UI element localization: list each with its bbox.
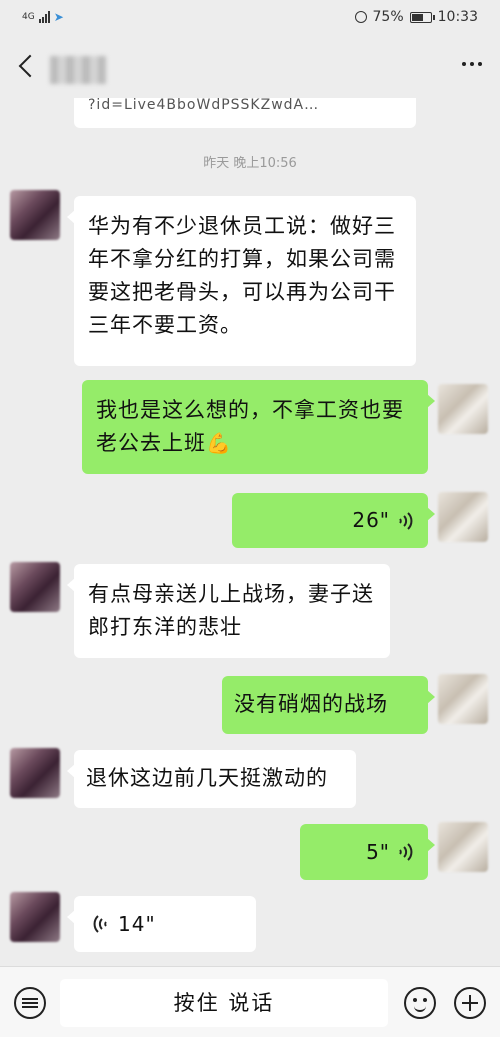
signal-icon xyxy=(38,11,50,23)
more-dots-icon[interactable] xyxy=(462,62,482,66)
message-text: 华为有不少退休员工说：做好三年不拿分红的打算，如果公司需要这把老骨头，可以再为公… xyxy=(88,214,396,337)
message-bubble-incoming[interactable]: 有点母亲送儿上战场，妻子送郎打东洋的悲壮 xyxy=(67,564,390,658)
send-icon: ➤ xyxy=(53,10,64,24)
avatar[interactable] xyxy=(10,562,60,612)
voice-wave-icon xyxy=(399,843,413,861)
message-bubble-incoming[interactable]: 华为有不少退休员工说：做好三年不拿分红的打算，如果公司需要这把老骨头，可以再为公… xyxy=(67,196,416,366)
voice-wave-icon xyxy=(399,511,413,530)
battery-icon xyxy=(409,11,435,23)
voice-message-outgoing[interactable]: 5" xyxy=(300,824,435,880)
message-text: 退休这边前几天挺激动的 xyxy=(86,766,328,790)
message-text: 有点母亲送儿上战场，妻子送郎打东洋的悲壮 xyxy=(88,582,374,639)
message-bubble-incoming[interactable]: 退休这边前几天挺激动的 xyxy=(67,750,356,808)
clock: 10:33 xyxy=(437,9,478,25)
status-bar: 4G ➤ 75% 10:33 xyxy=(0,0,500,38)
voice-duration: 14" xyxy=(118,911,156,936)
alarm-icon xyxy=(354,11,367,23)
avatar[interactable] xyxy=(438,384,488,434)
avatar[interactable] xyxy=(438,822,488,872)
status-left: 4G ➤ xyxy=(22,10,64,24)
keyboard-icon[interactable] xyxy=(14,987,46,1019)
voice-message-outgoing[interactable]: 26" xyxy=(232,493,435,548)
chat-timestamp: 昨天 晚上10:56 xyxy=(203,156,297,171)
message-list[interactable]: ?id=Live4BboWdPSSKZwdA… 昨天 晚上10:56 华为有不少… xyxy=(0,98,500,966)
message-text: 我也是这么想的，不拿工资也要老公去上班 xyxy=(96,398,404,455)
avatar[interactable] xyxy=(438,492,488,542)
link-preview-text: ?id=Live4BboWdPSSKZwdA… xyxy=(88,98,320,113)
flexed-biceps-icon: 💪 xyxy=(206,431,232,455)
battery-percent: 75% xyxy=(372,9,404,25)
plus-icon[interactable] xyxy=(454,987,486,1019)
message-bubble-outgoing[interactable]: 没有硝烟的战场 xyxy=(222,676,435,734)
avatar[interactable] xyxy=(438,674,488,724)
voice-duration: 26" xyxy=(352,508,390,532)
hold-to-talk-button[interactable]: 按住 说话 xyxy=(60,979,388,1027)
voice-wave-icon xyxy=(93,915,107,933)
avatar[interactable] xyxy=(10,892,60,942)
avatar[interactable] xyxy=(10,748,60,798)
status-right: 75% 10:33 xyxy=(354,9,478,25)
input-bar: 按住 说话 xyxy=(0,966,500,1037)
link-preview-card[interactable]: ?id=Live4BboWdPSSKZwdA… xyxy=(74,98,416,128)
avatar[interactable] xyxy=(10,190,60,240)
voice-message-incoming[interactable]: 14" xyxy=(67,896,256,952)
message-text: 没有硝烟的战场 xyxy=(234,692,388,716)
chat-header xyxy=(0,38,500,98)
network-type: 4G xyxy=(22,12,35,22)
message-bubble-outgoing[interactable]: 我也是这么想的，不拿工资也要老公去上班💪 xyxy=(82,380,435,474)
voice-duration: 5" xyxy=(366,839,390,864)
chat-title-blurred xyxy=(50,56,106,84)
emoji-icon[interactable] xyxy=(404,987,436,1019)
chevron-left-icon[interactable] xyxy=(12,50,42,84)
